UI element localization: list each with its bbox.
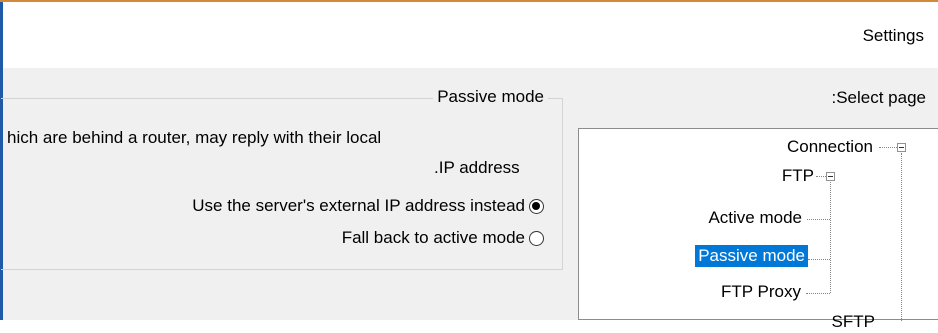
title-bar: Settings [0,0,938,68]
tree-connector [808,259,830,260]
tree-item-ftp[interactable]: FTP [779,165,817,187]
tree-connector [879,147,897,148]
tree-connector-root [901,153,902,321]
ftp-collapse-icon[interactable] [826,172,835,181]
external-ip-option[interactable]: Use the server's external IP address ins… [192,196,544,216]
tree-item-ftp-proxy[interactable]: FTP Proxy [718,281,804,303]
passive-mode-description-line2: .IP address [434,158,520,177]
passive-mode-group-title: Passive mode [433,87,548,107]
tree-connector [816,176,826,177]
passive-mode-description-line1: hich are behind a router, may reply with… [7,128,382,147]
fallback-active-option[interactable]: Fall back to active mode [342,228,544,248]
fallback-active-radio[interactable] [529,230,544,246]
connection-collapse-icon[interactable] [897,143,906,152]
fallback-active-option-label: Fall back to active mode [341,228,525,247]
tree-item-connection[interactable]: Connection [784,136,876,158]
external-ip-radio[interactable] [529,198,544,214]
select-page-label: :Select page [831,88,926,107]
tree-connector [806,293,830,294]
tree-item-active-mode[interactable]: Active mode [705,207,805,229]
window-title: Settings [862,26,924,45]
tree-item-passive-mode[interactable]: Passive mode [695,245,808,267]
tree-connector-ftp [830,179,831,293]
tree-item-sftp[interactable]: SFTP [829,311,878,333]
page-tree[interactable]: Connection FTP Active mode Passive mode … [578,128,938,331]
external-ip-option-label: Use the server's external IP address ins… [192,196,525,215]
tree-connector [807,219,830,220]
